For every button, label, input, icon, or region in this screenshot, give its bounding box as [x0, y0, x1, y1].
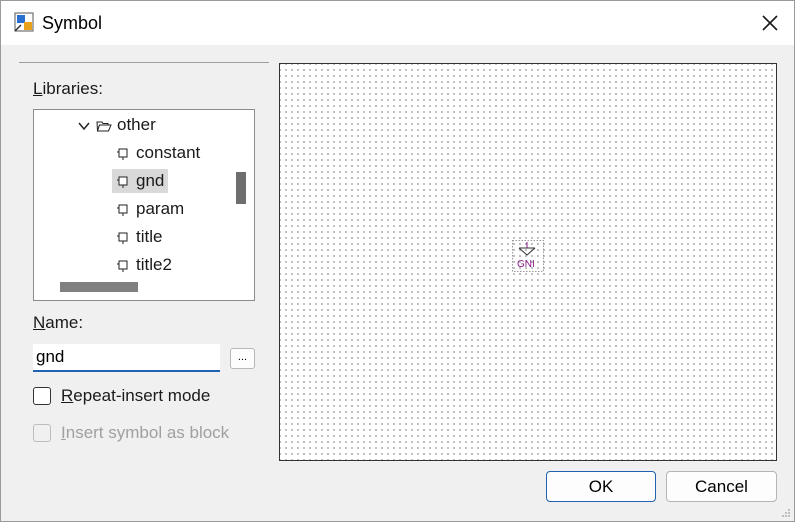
ok-button[interactable]: OK [546, 471, 656, 502]
symbol-icon [117, 176, 128, 188]
tree-item-constant[interactable]: constant [116, 141, 200, 165]
window-title: Symbol [42, 13, 103, 33]
tree-item-label: gnd [136, 171, 165, 190]
tree-item-label: title [136, 227, 163, 246]
folder-open-icon [96, 121, 112, 132]
repeat-insert-checkbox[interactable] [33, 387, 51, 405]
repeat-insert-label[interactable]: Repeat-insert mode [61, 386, 210, 406]
symbol-preview-canvas[interactable]: GNI [279, 63, 777, 461]
tree-item-title2[interactable]: title2 [116, 253, 172, 276]
tree-item-gnd[interactable]: gnd [112, 169, 169, 193]
libraries-tree[interactable]: other constant gnd param title title2 [33, 109, 255, 301]
symbol-dialog: Symbol Libraries: other constant gnd par… [0, 0, 795, 522]
gnd-symbol-preview: GNI [512, 240, 544, 272]
tree-item-label: constant [136, 143, 201, 162]
name-input[interactable] [33, 344, 220, 372]
symbol-icon [117, 148, 128, 160]
insert-as-block-checkbox [33, 424, 51, 442]
separator [19, 62, 269, 63]
symbol-icon [117, 204, 128, 216]
name-label: Name: [33, 313, 84, 332]
tree-item-label: title2 [136, 255, 172, 274]
horizontal-scrollbar-thumb[interactable] [60, 282, 138, 292]
symbol-icon [117, 232, 128, 244]
tree-item-title[interactable]: title [116, 225, 162, 249]
cancel-button[interactable]: Cancel [666, 471, 777, 502]
app-icon [14, 12, 34, 32]
chevron-down-icon[interactable] [78, 120, 90, 132]
symbol-icon [117, 260, 128, 272]
resize-grip-icon[interactable] [781, 508, 791, 518]
tree-item-label: param [136, 199, 185, 218]
title-bar: Symbol [1, 1, 794, 45]
tree-folder-other[interactable]: other [78, 113, 156, 137]
folder-label: other [117, 115, 156, 134]
libraries-label: Libraries: [33, 79, 103, 98]
close-icon[interactable] [758, 11, 782, 35]
vertical-scrollbar-thumb[interactable] [236, 172, 246, 204]
browse-button[interactable]: ... [230, 348, 255, 369]
gnd-symbol-text: GNI [517, 259, 535, 270]
insert-as-block-label: Insert symbol as block [61, 423, 230, 442]
tree-item-param[interactable]: param [116, 197, 184, 221]
